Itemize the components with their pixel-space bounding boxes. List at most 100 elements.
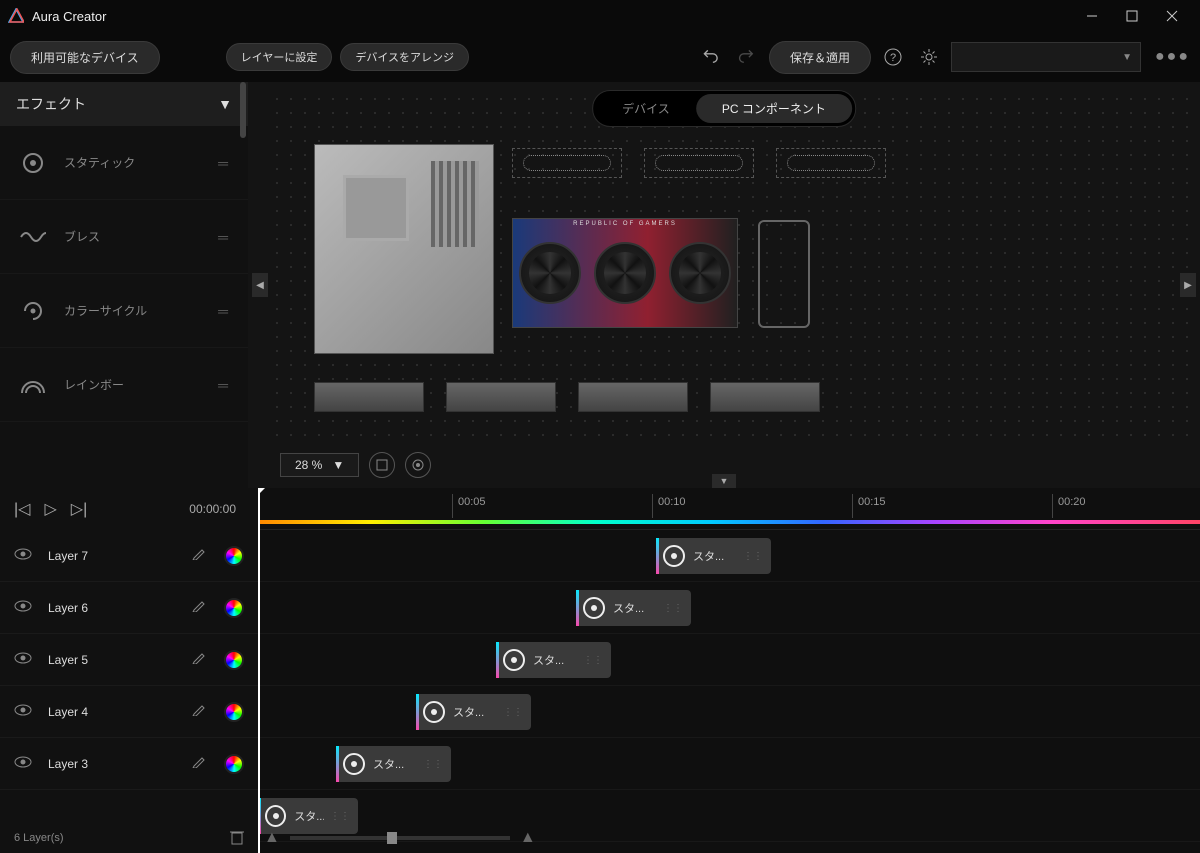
layer-color-button[interactable] (224, 754, 244, 774)
device-ledstrip-3[interactable] (776, 148, 886, 178)
edit-layer-button[interactable] (192, 702, 212, 721)
skip-start-button[interactable]: |◁ (14, 499, 30, 519)
canvas-nav-left[interactable]: ◀ (252, 273, 268, 297)
device-canvas[interactable]: デバイス PC コンポーネント ◀ ▶ ▼ REPUBLIC OF GAMERS… (248, 82, 1200, 488)
layer-color-button[interactable] (224, 702, 244, 722)
device-ram-1[interactable] (314, 382, 424, 412)
static-icon (423, 701, 445, 723)
spectrum-bar (258, 520, 1200, 524)
fit-to-screen-button[interactable] (369, 452, 395, 478)
visibility-toggle[interactable] (14, 599, 34, 617)
layer-name: Layer 3 (48, 757, 192, 771)
center-button[interactable] (405, 452, 431, 478)
visibility-toggle[interactable] (14, 755, 34, 773)
effect-rainbow[interactable]: レインボー ═ (0, 348, 248, 422)
available-devices-button[interactable]: 利用可能なデバイス (10, 41, 160, 74)
clip-label: スタ... (613, 600, 644, 616)
effect-breath[interactable]: ブレス ═ (0, 200, 248, 274)
device-ledstrip-1[interactable] (512, 148, 622, 178)
device-ssd[interactable] (758, 220, 810, 328)
static-icon (503, 649, 525, 671)
effect-clip[interactable]: スタ...⋮⋮ (336, 746, 451, 782)
layer-color-button[interactable] (224, 598, 244, 618)
visibility-toggle[interactable] (14, 547, 34, 565)
help-button[interactable]: ? (879, 43, 907, 71)
effects-header[interactable]: エフェクト ▼ (0, 82, 248, 126)
ruler-tick: 00:10 (658, 496, 686, 508)
effect-label: ブレス (64, 228, 100, 245)
effects-scrollbar[interactable] (240, 82, 246, 138)
more-menu-button[interactable]: ●●● (1155, 48, 1190, 66)
effect-label: スタティック (64, 154, 135, 171)
device-gpu[interactable]: REPUBLIC OF GAMERS (512, 218, 738, 328)
timeline-ruler[interactable]: 00:0500:1000:1500:20 (258, 488, 1200, 530)
layer-row[interactable]: Layer 5 (0, 634, 258, 686)
layer-color-button[interactable] (224, 546, 244, 566)
edit-layer-button[interactable] (192, 754, 212, 773)
set-to-layer-button[interactable]: レイヤーに設定 (226, 43, 333, 71)
timeline-tracks[interactable]: 00:0500:1000:1500:20 スタ...⋮⋮スタ...⋮⋮スタ...… (258, 488, 1200, 853)
effect-label: レインボー (64, 376, 124, 393)
undo-button[interactable] (697, 43, 725, 71)
timeline-track[interactable]: スタ...⋮⋮ (258, 634, 1200, 686)
visibility-toggle[interactable] (14, 703, 34, 721)
clip-handle-icon[interactable]: ⋮⋮ (577, 658, 603, 663)
close-button[interactable] (1152, 0, 1192, 32)
zoom-out-icon[interactable]: ▲ (264, 829, 280, 847)
timeline-track[interactable]: スタ...⋮⋮ (258, 738, 1200, 790)
app-logo (8, 8, 24, 24)
timeline-track[interactable]: スタ...⋮⋮ (258, 686, 1200, 738)
effect-label: カラーサイクル (64, 302, 147, 319)
effect-clip[interactable]: スタ...⋮⋮ (416, 694, 531, 730)
device-ram-3[interactable] (578, 382, 688, 412)
edit-layer-button[interactable] (192, 546, 212, 565)
layer-count: 6 Layer(s) (14, 832, 64, 844)
layer-color-button[interactable] (224, 650, 244, 670)
effect-color-cycle[interactable]: カラーサイクル ═ (0, 274, 248, 348)
clip-handle-icon[interactable]: ⋮⋮ (657, 606, 683, 611)
skip-end-button[interactable]: ▷| (71, 499, 87, 519)
timeline-panel: |◁ ▷ ▷| 00:00:00 Layer 7 Layer 6 Layer 5… (0, 488, 1200, 853)
zoom-value: 28 % (295, 458, 322, 472)
device-ram-4[interactable] (710, 382, 820, 412)
drag-handle-icon: ═ (218, 303, 228, 319)
timeline-track[interactable]: スタ... ⋮⋮ (258, 582, 1200, 634)
clip-handle-icon[interactable]: ⋮⋮ (417, 762, 443, 767)
device-ram-2[interactable] (446, 382, 556, 412)
save-apply-button[interactable]: 保存＆適用 (769, 41, 871, 74)
visibility-toggle[interactable] (14, 651, 34, 669)
clip-handle-icon[interactable]: ⋮⋮ (497, 710, 523, 715)
layer-row[interactable]: Layer 7 (0, 530, 258, 582)
layer-row[interactable]: Layer 4 (0, 686, 258, 738)
play-button[interactable]: ▷ (44, 499, 56, 519)
clip-handle-icon[interactable]: ⋮⋮ (324, 814, 350, 819)
profile-dropdown[interactable]: ▼ (951, 42, 1141, 72)
delete-layer-button[interactable] (230, 829, 244, 848)
layer-row[interactable]: Layer 3 (0, 738, 258, 790)
clip-handle-icon[interactable]: ⋮⋮ (737, 554, 763, 559)
zoom-dropdown[interactable]: 28 %▼ (280, 453, 359, 477)
settings-button[interactable] (915, 43, 943, 71)
redo-button[interactable] (733, 43, 761, 71)
minimize-button[interactable] (1072, 0, 1112, 32)
rainbow-icon (20, 372, 46, 398)
arrange-devices-button[interactable]: デバイスをアレンジ (340, 43, 469, 71)
timeline-track[interactable]: スタ...⋮⋮ (258, 530, 1200, 582)
color-cycle-icon (20, 298, 46, 324)
layer-row[interactable]: Layer 6 (0, 582, 258, 634)
edit-layer-button[interactable] (192, 650, 212, 669)
zoom-in-icon[interactable]: ▲ (520, 829, 536, 847)
canvas-nav-right[interactable]: ▶ (1180, 273, 1196, 297)
effect-clip[interactable]: スタ...⋮⋮ (656, 538, 771, 574)
timeline-zoom-slider[interactable] (290, 836, 510, 840)
device-ledstrip-2[interactable] (644, 148, 754, 178)
effect-clip[interactable]: スタ...⋮⋮ (496, 642, 611, 678)
layer-name: Layer 6 (48, 601, 192, 615)
device-motherboard[interactable] (314, 144, 494, 354)
edit-layer-button[interactable] (192, 598, 212, 617)
maximize-button[interactable] (1112, 0, 1152, 32)
effect-clip[interactable]: スタ... ⋮⋮ (576, 590, 691, 626)
effect-static[interactable]: スタティック ═ (0, 126, 248, 200)
playhead[interactable] (258, 488, 260, 853)
canvas-nav-down[interactable]: ▼ (712, 474, 736, 488)
